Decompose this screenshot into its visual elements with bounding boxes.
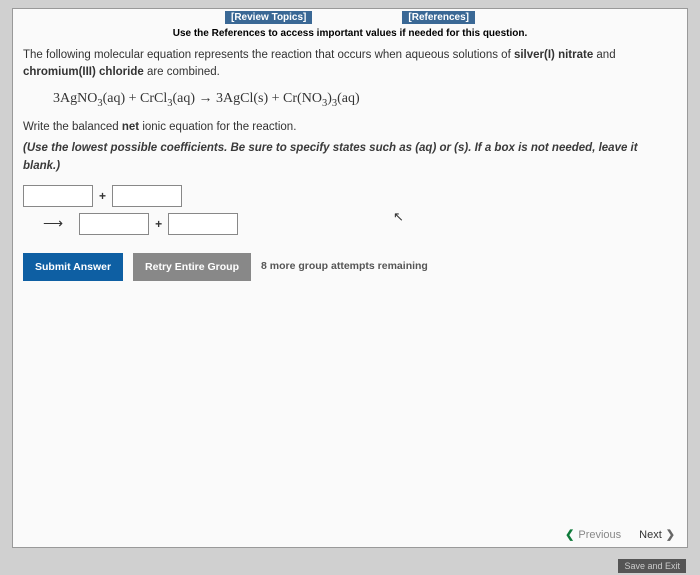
arrow-symbol: ⟶ [43, 213, 63, 234]
intro-bold-2: chromium(III) chloride [23, 66, 144, 78]
intro-text-2: and [593, 49, 615, 61]
previous-button[interactable]: Previous [565, 528, 621, 541]
top-links: [Review Topics] [References] [13, 9, 687, 24]
question-panel: [Review Topics] [References] Use the Ref… [12, 8, 688, 548]
nav-footer: Previous Next [565, 528, 675, 541]
references-link[interactable]: [References] [402, 11, 475, 24]
plus-symbol-2: + [155, 215, 162, 233]
intro-text-3: are combined. [144, 66, 220, 78]
product-input-2[interactable] [168, 213, 238, 235]
question-intro: The following molecular equation represe… [23, 47, 677, 82]
next-button[interactable]: Next [639, 528, 675, 541]
reactants-row: + [23, 185, 677, 207]
cursor-icon: ↖ [393, 209, 404, 225]
review-topics-link[interactable]: [Review Topics] [225, 11, 312, 24]
intro-bold-1: silver(I) nitrate [514, 49, 593, 61]
task-text-1: Write the balanced [23, 121, 122, 133]
coefficient-hint: (Use the lowest possible coefficients. B… [23, 140, 677, 175]
task-text-2: ionic equation for the reaction. [139, 121, 296, 133]
retry-group-button[interactable]: Retry Entire Group [133, 253, 251, 281]
reactant-input-2[interactable] [112, 185, 182, 207]
product-input-1[interactable] [79, 213, 149, 235]
save-and-exit-button[interactable]: Save and Exit [618, 559, 686, 573]
reference-hint: Use the References to access important v… [13, 28, 687, 39]
molecular-equation: 3AgNO3(aq) + CrCl3(aq) → 3AgCl(s) + Cr(N… [53, 88, 677, 112]
attempts-remaining: 8 more group attempts remaining [261, 259, 428, 275]
button-row: Submit Answer Retry Entire Group 8 more … [23, 253, 677, 281]
reactant-input-1[interactable] [23, 185, 93, 207]
intro-text-1: The following molecular equation represe… [23, 49, 514, 61]
question-content: The following molecular equation represe… [13, 47, 687, 281]
task-bold: net [122, 121, 139, 133]
task-prompt: Write the balanced net ionic equation fo… [23, 119, 677, 136]
products-row: ⟶ + [23, 213, 677, 235]
plus-symbol-1: + [99, 187, 106, 205]
submit-answer-button[interactable]: Submit Answer [23, 253, 123, 281]
